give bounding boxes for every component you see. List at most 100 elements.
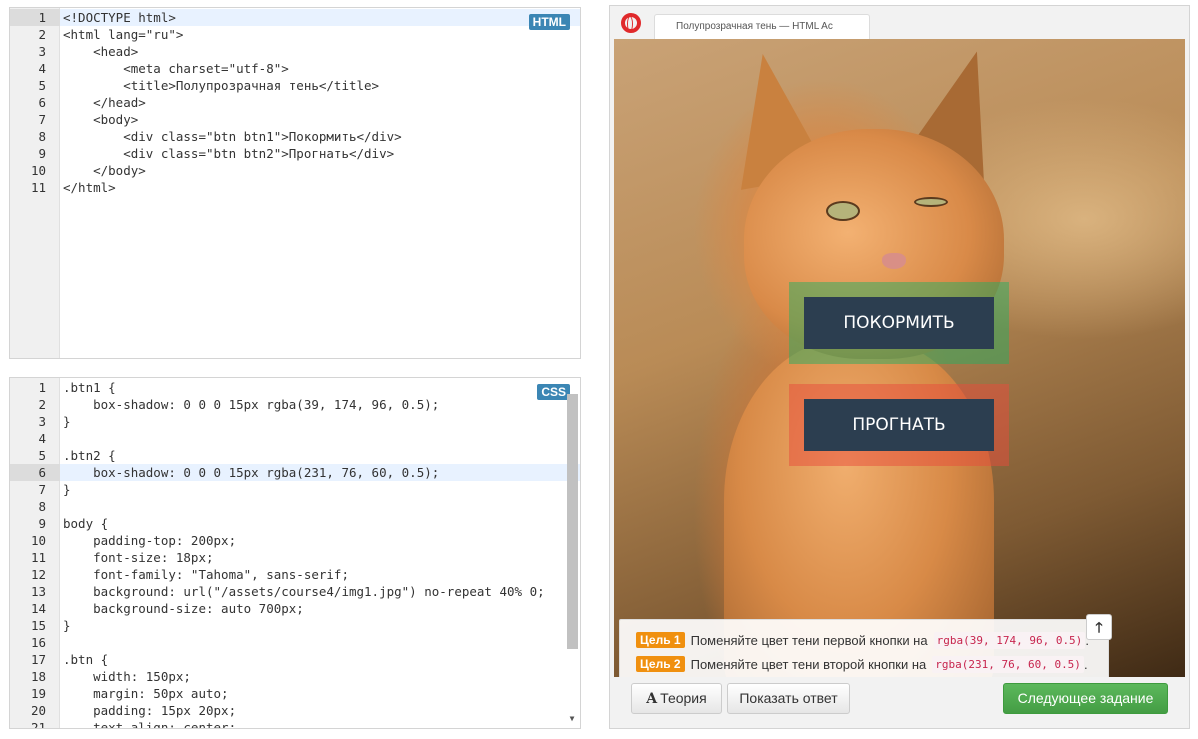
code-text[interactable]: body { — [63, 515, 108, 532]
code-line[interactable]: 11 font-size: 18px; — [10, 549, 580, 566]
line-number: 9 — [38, 146, 46, 161]
code-text[interactable]: .btn { — [63, 651, 108, 668]
code-line[interactable]: 9 body { — [10, 515, 580, 532]
code-text[interactable]: <div class="btn btn1">Покормить</div> — [63, 128, 401, 145]
code-text[interactable]: <head> — [63, 43, 138, 60]
preview-window: Полупрозрачная тень — HTML Ac ПОКОРМИТЬ … — [609, 5, 1190, 729]
line-number: 8 — [38, 499, 46, 514]
cat-image-eye — [826, 201, 860, 221]
code-line[interactable]: 3} — [10, 413, 580, 430]
code-line[interactable]: 20 padding: 15px 20px; — [10, 702, 580, 719]
line-number: 19 — [30, 686, 46, 701]
code-line[interactable]: 13 background: url("/assets/course4/img1… — [10, 583, 580, 600]
code-text[interactable]: </body> — [63, 162, 146, 179]
code-line[interactable]: 1 .btn1 { — [10, 379, 580, 396]
next-task-button[interactable]: Следующее задание — [1003, 683, 1168, 714]
code-text[interactable]: box-shadow: 0 0 0 15px rgba(39, 174, 96,… — [63, 396, 439, 413]
code-text[interactable]: font-size: 18px; — [63, 549, 213, 566]
goal-code: rgba(231, 76, 60, 0.5) — [932, 655, 1084, 673]
code-line[interactable]: 10 </body> — [10, 162, 580, 179]
code-line[interactable]: 14 background-size: auto 700px; — [10, 600, 580, 617]
code-text[interactable]: .btn2 { — [63, 447, 116, 464]
code-text[interactable]: text-align: center; — [63, 719, 236, 728]
goal-item: Цель 2 Поменяйте цвет тени второй кнопки… — [636, 655, 1088, 673]
code-line[interactable]: 12 font-family: "Tahoma", sans-serif; — [10, 566, 580, 583]
code-line[interactable]: 5 .btn2 { — [10, 447, 580, 464]
code-text[interactable]: background-size: auto 700px; — [63, 600, 304, 617]
code-line[interactable]: 16 — [10, 634, 580, 651]
goal-item: Цель 1 Поменяйте цвет тени первой кнопки… — [636, 631, 1089, 649]
chase-button[interactable]: ПРОГНАТЬ — [804, 399, 994, 451]
code-line[interactable]: 7 <body> — [10, 111, 580, 128]
line-number: 20 — [30, 703, 46, 718]
code-text[interactable]: </html> — [63, 179, 116, 196]
line-number: 5 — [38, 448, 46, 463]
code-line[interactable]: 10 padding-top: 200px; — [10, 532, 580, 549]
code-line[interactable]: 11 </html> — [10, 179, 580, 196]
show-answer-button[interactable]: Показать ответ — [727, 683, 850, 714]
code-line[interactable]: 17 .btn { — [10, 651, 580, 668]
code-text[interactable]: } — [63, 413, 71, 430]
code-line[interactable]: 8 — [10, 498, 580, 515]
code-text[interactable]: font-family: "Tahoma", sans-serif; — [63, 566, 349, 583]
code-text[interactable]: <meta charset="utf-8"> — [63, 60, 289, 77]
code-text[interactable]: } — [63, 481, 71, 498]
code-text[interactable]: .btn1 { — [63, 379, 116, 396]
code-text[interactable]: </head> — [63, 94, 146, 111]
code-text[interactable]: <body> — [63, 111, 138, 128]
code-text[interactable]: } — [63, 617, 71, 634]
code-text[interactable]: width: 150px; — [63, 668, 191, 685]
code-line[interactable]: 15} — [10, 617, 580, 634]
code-line[interactable]: 4 — [10, 430, 580, 447]
theory-icon: A — [646, 691, 658, 707]
code-text[interactable]: box-shadow: 0 0 0 15px rgba(231, 76, 60,… — [63, 464, 439, 481]
code-line[interactable]: 7} — [10, 481, 580, 498]
code-line[interactable]: 2 <html lang="ru"> — [10, 26, 580, 43]
code-line[interactable]: 6 </head> — [10, 94, 580, 111]
feed-button[interactable]: ПОКОРМИТЬ — [804, 297, 994, 349]
line-number: 1 — [38, 380, 46, 395]
code-text[interactable]: padding: 15px 20px; — [63, 702, 236, 719]
html-badge: HTML — [528, 14, 570, 30]
code-line[interactable]: 6 box-shadow: 0 0 0 15px rgba(231, 76, 6… — [10, 464, 580, 481]
css-editor-scrollbar[interactable]: ▼ — [566, 386, 578, 724]
cat-image-eye — [914, 197, 948, 207]
code-line[interactable]: 3 <head> — [10, 43, 580, 60]
code-line[interactable]: 21 text-align: center; — [10, 719, 580, 729]
code-line[interactable]: 19 margin: 50px auto; — [10, 685, 580, 702]
line-number: 4 — [38, 61, 46, 76]
goal-badge: Цель 1 — [636, 632, 685, 648]
line-number: 11 — [30, 180, 46, 195]
browser-tab[interactable]: Полупрозрачная тень — HTML Ac — [654, 14, 870, 40]
code-line[interactable]: 1 <!DOCTYPE html> — [10, 9, 580, 26]
code-text[interactable]: <div class="btn btn2">Прогнать</div> — [63, 145, 394, 162]
line-number: 11 — [30, 550, 46, 565]
code-line[interactable]: 8 <div class="btn btn1">Покормить</div> — [10, 128, 580, 145]
code-text[interactable]: padding-top: 200px; — [63, 532, 236, 549]
theory-button[interactable]: A Теория — [631, 683, 722, 714]
scroll-down-icon[interactable]: ▼ — [566, 714, 578, 724]
html-editor[interactable]: 1 <!DOCTYPE html> 2 <html lang="ru"> 3 <head… — [9, 7, 581, 359]
code-line[interactable]: 4 <meta charset="utf-8"> — [10, 60, 580, 77]
line-number: 15 — [30, 618, 46, 633]
line-number: 12 — [30, 567, 46, 582]
code-text[interactable]: background: url("/assets/course4/img1.jp… — [63, 583, 545, 600]
css-editor[interactable]: 1 .btn1 {2 box-shadow: 0 0 0 15px rgba(39… — [9, 377, 581, 729]
line-number: 10 — [30, 533, 46, 548]
goal-text: Поменяйте цвет тени второй кнопки на — [690, 656, 927, 672]
code-line[interactable]: 2 box-shadow: 0 0 0 15px rgba(39, 174, 9… — [10, 396, 580, 413]
line-number: 18 — [30, 669, 46, 684]
goal-text: Поменяйте цвет тени первой кнопки на — [690, 632, 928, 648]
html-editor-lines[interactable]: 1 <!DOCTYPE html> 2 <html lang="ru"> 3 <head… — [10, 9, 580, 196]
css-editor-lines[interactable]: 1 .btn1 {2 box-shadow: 0 0 0 15px rgba(39… — [10, 379, 580, 729]
code-line[interactable]: 9 <div class="btn btn2">Прогнать</div> — [10, 145, 580, 162]
line-number: 21 — [30, 720, 46, 729]
scrollbar-thumb[interactable] — [567, 394, 578, 649]
code-text[interactable]: <!DOCTYPE html> — [63, 9, 176, 26]
code-text[interactable]: <title>Полупрозрачная тень</title> — [63, 77, 379, 94]
code-line[interactable]: 18 width: 150px; — [10, 668, 580, 685]
collapse-goals-button[interactable]: 🡑 — [1086, 614, 1112, 640]
code-text[interactable]: margin: 50px auto; — [63, 685, 228, 702]
code-line[interactable]: 5 <title>Полупрозрачная тень</title> — [10, 77, 580, 94]
code-text[interactable]: <html lang="ru"> — [63, 26, 183, 43]
